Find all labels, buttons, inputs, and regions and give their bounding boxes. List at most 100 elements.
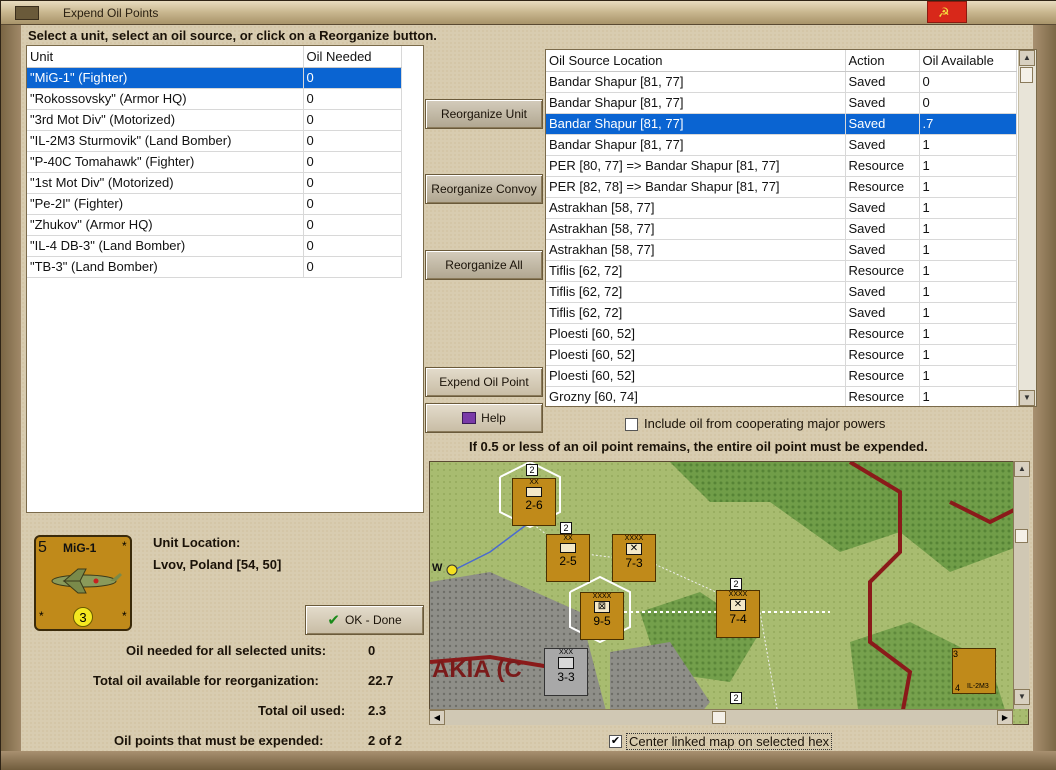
map-scroll-right-arrow[interactable]: ▶ [997,710,1013,725]
stack-count-badge: 2 [730,578,742,590]
map-vertical-scrollbar[interactable]: ▲ ▼ [1013,461,1030,709]
counter-size: XX [529,479,539,486]
table-row[interactable]: Ploesti [60, 52] Resource 1 [546,365,1017,387]
reorganize-all-button[interactable]: Reorganize All [425,250,543,280]
map-scroll-down-arrow[interactable]: ▼ [1014,689,1030,705]
include-cooperating-checkbox[interactable] [625,418,638,431]
reorganize-convoy-button[interactable]: Reorganize Convoy [425,174,543,204]
map-horizontal-scrollbar[interactable]: ◀ ▶ [429,709,1013,725]
table-row[interactable]: "Pe-2I" (Fighter) 0 [27,193,402,215]
table-row[interactable]: Astrakhan [58, 77] Saved 1 [546,239,1017,261]
oil-available-cell: 1 [919,323,1017,345]
map-scroll-left-arrow[interactable]: ◀ [429,710,445,725]
counter-values: 7-3 [625,556,643,570]
expend-oil-point-button[interactable]: Expend Oil Point [425,367,543,397]
help-book-icon [462,412,477,424]
scroll-thumb[interactable] [1020,67,1033,83]
unit-name-cell: "Pe-2I" (Fighter) [27,193,304,215]
table-row[interactable]: "P-40C Tomahawk" (Fighter) 0 [27,151,402,173]
table-row[interactable]: PER [82, 78] => Bandar Shapur [81, 77] Re… [546,176,1017,198]
table-row[interactable]: "IL-2M3 Sturmovik" (Land Bomber) 0 [27,130,402,152]
map-city-label: W [432,562,443,574]
oil-table-scrollbar[interactable]: ▲ ▼ [1018,50,1036,406]
window-title: Expend Oil Points [63,6,159,20]
table-row[interactable]: Tiflis [62, 72] Saved 1 [546,302,1017,324]
table-row[interactable]: "IL-4 DB-3" (Land Bomber) 0 [27,235,402,257]
window-menu-icon[interactable] [15,6,39,20]
oil-needed-cell: 0 [303,88,402,110]
map-air-counter[interactable]: 3 IL-2M3 4 [952,648,996,694]
table-row[interactable]: Astrakhan [58, 77] Saved 1 [546,197,1017,219]
oil-notice: If 0.5 or less of an oil point remains, … [469,439,928,454]
table-row[interactable]: Bandar Shapur [81, 77] Saved 0 [546,71,1017,93]
expend-oil-point-label: Expend Oil Point [439,375,529,389]
unit-strength: 5 [38,539,47,556]
stack-count-badge: 2 [526,464,538,476]
map-counter[interactable]: XX 2-5 [546,534,590,582]
oil-source-cell: Astrakhan [58, 77] [546,197,846,219]
column-available-header[interactable]: Oil Available [919,50,1017,72]
table-row[interactable]: Bandar Shapur [81, 77] Saved .7 [546,113,1017,135]
map-hscroll-thumb[interactable] [712,711,726,724]
selected-unit-counter: 5 MiG-1 * * * 3 [34,535,132,631]
map-counter[interactable]: XXXX ✕ 7-3 [612,534,656,582]
map-vscroll-thumb[interactable] [1015,529,1028,543]
action-cell: Saved [845,239,920,261]
table-row[interactable]: Astrakhan [58, 77] Saved 1 [546,218,1017,240]
counter-values: 2-6 [525,498,543,512]
oil-available-cell: 1 [919,134,1017,156]
table-row[interactable]: "3rd Mot Div" (Motorized) 0 [27,109,402,131]
center-map-checkbox[interactable]: ✔ [609,735,622,748]
map-counter[interactable]: XXXX ✕ 7-4 [716,590,760,638]
air-counter-name: IL-2M3 [967,683,989,690]
reorganize-unit-button[interactable]: Reorganize Unit [425,99,543,129]
table-row[interactable]: "Zhukov" (Armor HQ) 0 [27,214,402,236]
table-row[interactable]: Ploesti [60, 52] Resource 1 [546,323,1017,345]
oil-needed-cell: 0 [303,67,402,89]
table-row[interactable]: Tiflis [62, 72] Saved 1 [546,281,1017,303]
column-action-header[interactable]: Action [845,50,920,72]
total-available-value: 22.7 [368,673,394,688]
action-cell: Saved [845,281,920,303]
column-unit-header[interactable]: Unit [27,46,304,68]
oil-source-cell: Ploesti [60, 52] [546,344,846,366]
table-row[interactable]: Bandar Shapur [81, 77] Saved 1 [546,134,1017,156]
help-label: Help [481,411,506,425]
oil-sources-table: Oil Source Location Action Oil Available… [545,49,1037,407]
column-source-header[interactable]: Oil Source Location [546,50,846,72]
center-map-label[interactable]: Center linked map on selected hex [626,733,833,750]
table-row[interactable]: Ploesti [60, 52] Resource 1 [546,344,1017,366]
oil-available-cell: 1 [919,302,1017,324]
table-row[interactable]: Bandar Shapur [81, 77] Saved 0 [546,92,1017,114]
table-row[interactable]: Grozny [60, 74] Resource 1 [546,386,1017,406]
column-oil-needed-header[interactable]: Oil Needed [303,46,402,68]
help-button[interactable]: Help [425,403,543,433]
map-counter[interactable]: XXX 3-3 [544,648,588,696]
unit-name-cell: "IL-2M3 Sturmovik" (Land Bomber) [27,130,304,152]
map-counter[interactable]: XX 2-6 [512,478,556,526]
scroll-up-arrow[interactable]: ▲ [1019,50,1035,66]
linked-map[interactable]: AKIA (C W XX 2-6 XX 2-5 XXXX ✕ 7-3 XXXX … [429,461,1029,725]
table-row[interactable]: PER [80, 77] => Bandar Shapur [81, 77] Re… [546,155,1017,177]
ok-done-button[interactable]: ✔ OK - Done [305,605,424,635]
unit-name-cell: "Rokossovsky" (Armor HQ) [27,88,304,110]
unit-name-cell: "Zhukov" (Armor HQ) [27,214,304,236]
map-counter[interactable]: XXXX ⊠ 9-5 [580,592,624,640]
counter-values: 2-5 [559,554,577,568]
unit-name-cell: "IL-4 DB-3" (Land Bomber) [27,235,304,257]
table-row[interactable]: "1st Mot Div" (Motorized) 0 [27,172,402,194]
oil-source-cell: Tiflis [62, 72] [546,281,846,303]
include-cooperating-label[interactable]: Include oil from cooperating major power… [644,416,885,431]
action-cell: Resource [845,344,920,366]
table-row[interactable]: "Rokossovsky" (Armor HQ) 0 [27,88,402,110]
table-row[interactable]: "MiG-1" (Fighter) 0 [27,67,402,89]
map-scroll-up-arrow[interactable]: ▲ [1014,461,1030,477]
scroll-down-arrow[interactable]: ▼ [1019,390,1035,406]
action-cell: Saved [845,113,920,135]
oil-source-cell: Bandar Shapur [81, 77] [546,92,846,114]
oil-available-cell: 1 [919,365,1017,387]
table-row[interactable]: Tiflis [62, 72] Resource 1 [546,260,1017,282]
oil-needed-label: Oil needed for all selected units: [126,643,327,658]
table-row[interactable]: "TB-3" (Land Bomber) 0 [27,256,402,278]
close-button[interactable]: ☭ [927,1,967,23]
